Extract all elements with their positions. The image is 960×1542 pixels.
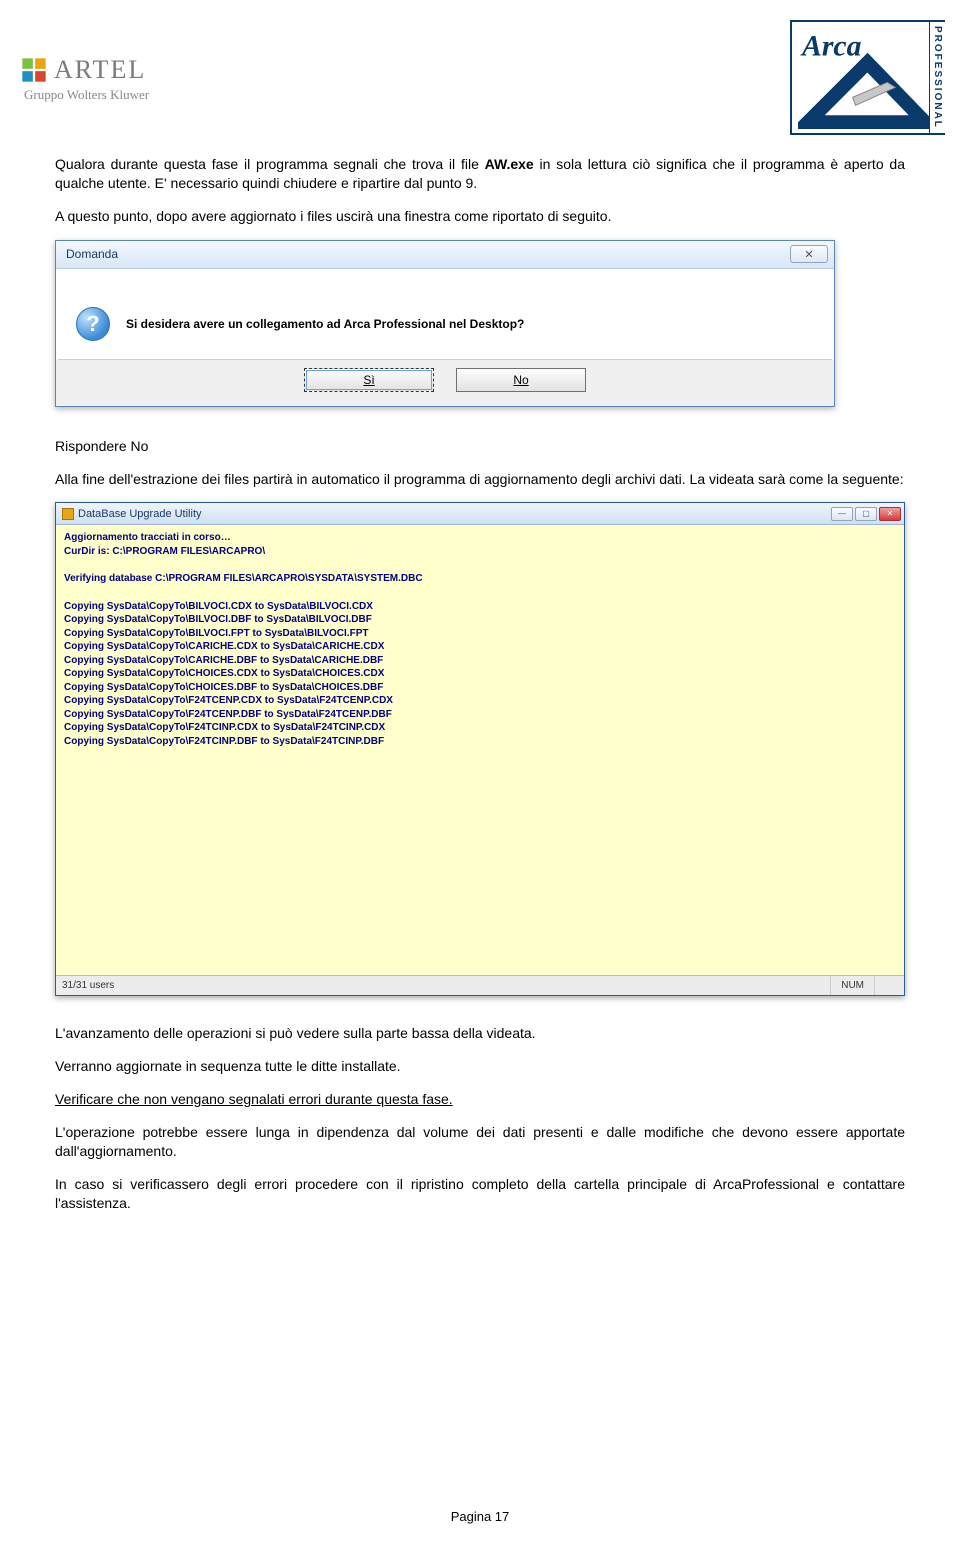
arca-logo-icon: Arca: [798, 26, 937, 129]
dialog-yes-button[interactable]: Sì: [304, 368, 434, 392]
page-header: ARTEL Gruppo Wolters Kluwer Arca PROFESS…: [15, 20, 945, 135]
db-title: DataBase Upgrade Utility: [78, 508, 202, 520]
close-icon: ✕: [804, 248, 813, 261]
page-footer: Pagina 17: [0, 1509, 960, 1524]
dialog-close-button[interactable]: ✕: [790, 245, 828, 263]
log-line: Copying SysData\CopyTo\F24TCENP.CDX to S…: [64, 694, 896, 708]
question-icon: ?: [76, 307, 110, 341]
paragraph-8: L'operazione potrebbe essere lunga in di…: [55, 1123, 905, 1161]
paragraph-4: Alla fine dell'estrazione dei files part…: [55, 470, 905, 489]
svg-text:Arca: Arca: [800, 30, 862, 63]
dialog-title: Domanda: [66, 247, 118, 261]
log-line: Aggiornamento tracciati in corso…: [64, 531, 896, 545]
arca-logo: Arca PROFESSIONAL: [790, 20, 945, 135]
log-line: Copying SysData\CopyTo\F24TCENP.DBF to S…: [64, 708, 896, 722]
paragraph-3: Rispondere No: [55, 437, 905, 456]
log-line: Copying SysData\CopyTo\BILVOCI.DBF to Sy…: [64, 613, 896, 627]
db-upgrade-window: DataBase Upgrade Utility — ▢ ✕ Aggiornam…: [55, 502, 905, 996]
db-titlebar: DataBase Upgrade Utility — ▢ ✕: [56, 503, 904, 525]
maximize-button[interactable]: ▢: [855, 507, 877, 521]
log-line: Copying SysData\CopyTo\CARICHE.DBF to Sy…: [64, 654, 896, 668]
arca-professional-label: PROFESSIONAL: [929, 22, 945, 133]
paragraph-7: Verificare che non vengano segnalati err…: [55, 1090, 905, 1109]
log-line: Copying SysData\CopyTo\F24TCINP.DBF to S…: [64, 735, 896, 749]
log-line: Copying SysData\CopyTo\F24TCINP.CDX to S…: [64, 721, 896, 735]
db-log-body: Aggiornamento tracciati in corso…CurDir …: [56, 525, 904, 975]
close-button[interactable]: ✕: [879, 507, 901, 521]
dialog-titlebar: Domanda ✕: [56, 241, 834, 269]
paragraph-2: A questo punto, dopo avere aggiornato i …: [55, 207, 905, 226]
dialog-message: Si desidera avere un collegamento ad Arc…: [126, 317, 524, 331]
app-icon: [62, 508, 74, 520]
log-line: Copying SysData\CopyTo\BILVOCI.CDX to Sy…: [64, 600, 896, 614]
paragraph-1: Qualora durante questa fase il programma…: [55, 155, 905, 193]
artel-logo-icon: [20, 56, 48, 84]
db-statusbar: 31/31 users NUM: [56, 975, 904, 995]
log-line: CurDir is: C:\PROGRAM FILES\ARCAPRO\: [64, 545, 896, 559]
artel-logo: ARTEL Gruppo Wolters Kluwer: [20, 55, 149, 103]
status-cell-empty: [874, 976, 898, 995]
log-line: Copying SysData\CopyTo\BILVOCI.FPT to Sy…: [64, 627, 896, 641]
log-line: Copying SysData\CopyTo\CARICHE.CDX to Sy…: [64, 640, 896, 654]
log-line: Verifying database C:\PROGRAM FILES\ARCA…: [64, 572, 896, 586]
status-num: NUM: [830, 976, 874, 995]
status-users: 31/31 users: [62, 980, 114, 991]
paragraph-6: Verranno aggiornate in sequenza tutte le…: [55, 1057, 905, 1076]
log-line: Copying SysData\CopyTo\CHOICES.CDX to Sy…: [64, 667, 896, 681]
dialog-no-button[interactable]: No: [456, 368, 586, 392]
log-line: Copying SysData\CopyTo\CHOICES.DBF to Sy…: [64, 681, 896, 695]
artel-subtitle: Gruppo Wolters Kluwer: [24, 87, 149, 103]
paragraph-5: L'avanzamento delle operazioni si può ve…: [55, 1024, 905, 1043]
artel-name: ARTEL: [54, 55, 146, 85]
minimize-button[interactable]: —: [831, 507, 853, 521]
dialog-domanda: Domanda ✕ ? Si desidera avere un collega…: [55, 240, 835, 407]
paragraph-9: In caso si verificassero degli errori pr…: [55, 1175, 905, 1213]
